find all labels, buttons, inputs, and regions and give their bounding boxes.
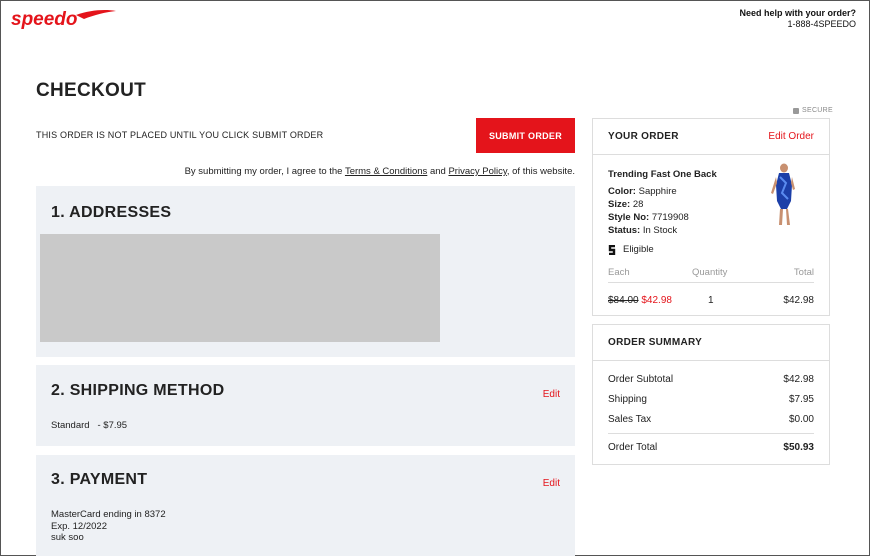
edit-order-link[interactable]: Edit Order: [768, 131, 814, 142]
payment-exp: Exp. 12/2022: [51, 521, 107, 532]
line-quantity: 1: [708, 295, 714, 306]
shipping-title: 2. SHIPPING METHOD: [51, 382, 225, 399]
summary-row-tax: Sales Tax $0.00: [608, 414, 814, 425]
col-each: Each: [608, 267, 630, 278]
privacy-link[interactable]: Privacy Policy: [448, 166, 506, 177]
your-order-header: YOUR ORDER Edit Order: [593, 119, 829, 155]
speedo-logo[interactable]: speedo: [10, 6, 120, 32]
product-image[interactable]: [764, 163, 802, 227]
original-price: $84.00: [608, 295, 639, 306]
help-block: Need help with your order? 1-888-4SPEEDO: [739, 8, 856, 30]
summary-row-subtotal: Order Subtotal $42.98: [608, 374, 814, 385]
payment-edit-link[interactable]: Edit: [543, 478, 560, 489]
eligible-icon: [608, 244, 616, 255]
order-summary-header: ORDER SUMMARY: [593, 325, 829, 361]
col-total: Total: [793, 267, 814, 278]
your-order-card: YOUR ORDER Edit Order Trending Fast One …: [592, 118, 830, 316]
eligible-badge: Eligible: [608, 244, 654, 255]
product-style: Style No: 7719908: [608, 212, 689, 223]
shipping-section: 2. SHIPPING METHOD Edit Standard - $7.95: [36, 365, 575, 446]
payment-card: MasterCard ending in 8372: [51, 509, 166, 520]
line-price: $84.00 $42.98: [608, 295, 672, 306]
address-placeholder: [40, 234, 440, 342]
lock-icon: [793, 107, 799, 114]
product-name[interactable]: Trending Fast One Back: [608, 169, 717, 180]
payment-name: suk soo: [51, 532, 84, 543]
submit-order-button[interactable]: SUBMIT ORDER: [476, 118, 575, 153]
payment-title: 3. PAYMENT: [51, 471, 148, 488]
divider: [608, 433, 814, 434]
divider: [608, 282, 814, 283]
secure-badge: SECURE: [793, 107, 833, 114]
terms-link[interactable]: Terms & Conditions: [345, 166, 427, 177]
your-order-title: YOUR ORDER: [608, 131, 679, 142]
line-total: $42.98: [783, 295, 814, 306]
addresses-title: 1. ADDRESSES: [51, 204, 172, 221]
sale-price: $42.98: [641, 295, 672, 306]
help-phone[interactable]: 1-888-4SPEEDO: [739, 19, 856, 30]
product-size: Size: 28: [608, 199, 644, 210]
order-notice: THIS ORDER IS NOT PLACED UNTIL YOU CLICK…: [36, 130, 324, 140]
page-title: CHECKOUT: [36, 80, 147, 101]
payment-section: 3. PAYMENT Edit MasterCard ending in 837…: [36, 455, 575, 556]
product-status: Status: In Stock: [608, 225, 678, 236]
agreement-text: By submitting my order, I agree to the T…: [184, 166, 575, 177]
addresses-section: 1. ADDRESSES: [36, 186, 575, 357]
help-title: Need help with your order?: [739, 8, 856, 18]
summary-row-total: Order Total $50.93: [608, 442, 814, 453]
summary-row-shipping: Shipping $7.95: [608, 394, 814, 405]
product-color: Color: Sapphire: [608, 186, 677, 197]
order-summary-card: ORDER SUMMARY Order Subtotal $42.98 Shipp…: [592, 324, 830, 465]
brand-text: speedo: [11, 9, 78, 30]
order-summary-title: ORDER SUMMARY: [608, 337, 703, 348]
shipping-method: Standard - $7.95: [51, 420, 128, 431]
shipping-edit-link[interactable]: Edit: [543, 389, 560, 400]
col-quantity: Quantity: [692, 267, 728, 278]
